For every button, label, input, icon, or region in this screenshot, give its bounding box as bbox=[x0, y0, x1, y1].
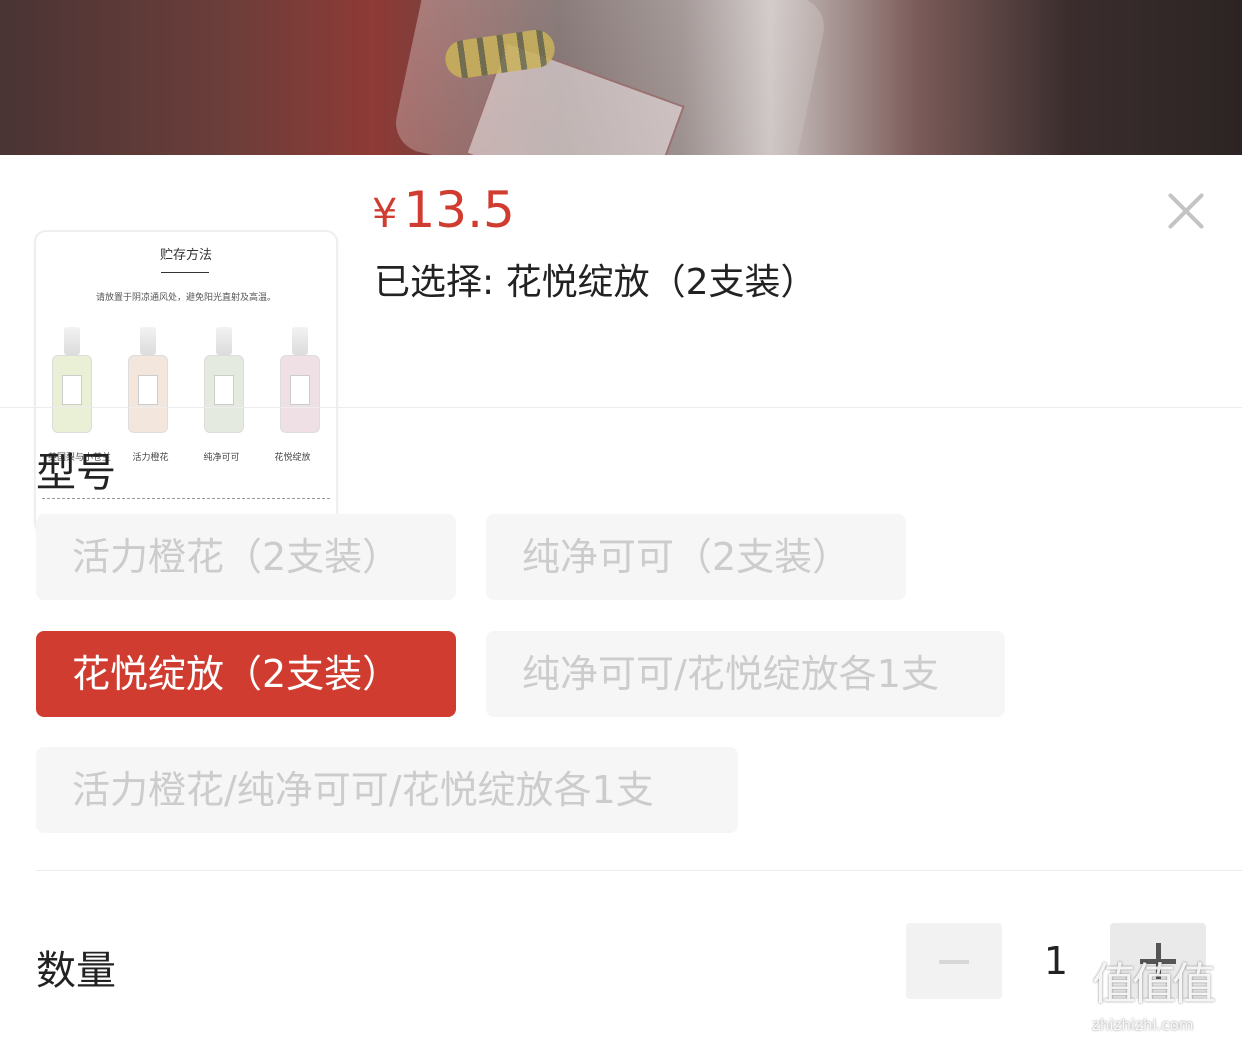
selected-variant-text: 已选择: 花悦绽放（2支装） bbox=[374, 262, 817, 303]
quantity-decrease-button[interactable] bbox=[906, 923, 1002, 999]
price-value: 13.5 bbox=[403, 181, 515, 239]
model-option-huoli-chenghua[interactable]: 活力橙花（2支装） bbox=[36, 514, 456, 600]
background-product-photo bbox=[0, 0, 1242, 155]
model-option-three-combo[interactable]: 活力橙花/纯净可可/花悦绽放各1支 bbox=[36, 747, 738, 833]
thumbnail-description: 请放置于阴凉通风处，避免阳光直射及高温。 bbox=[95, 293, 276, 303]
sku-selection-sheet: 贮存方法 请放置于阴凉通风处，避免阳光直射及高温。 英国梨与小苍兰 活力橙花 纯… bbox=[0, 155, 1242, 1045]
thumbnail-title: 贮存方法 bbox=[159, 248, 212, 263]
watermark-url: zhizhizhi.com bbox=[1092, 1016, 1194, 1034]
thumbnail-bottle bbox=[126, 327, 170, 437]
site-watermark: 值值值 zhizhizhi.com bbox=[1092, 955, 1237, 1040]
thumbnail-dashed-divider bbox=[42, 498, 330, 499]
thumbnail-bottle-name: 活力橙花 bbox=[132, 453, 169, 463]
quantity-section-title: 数量 bbox=[36, 948, 116, 994]
thumbnail-title-underline bbox=[161, 272, 209, 273]
watermark-logo: 值值值 bbox=[1092, 959, 1216, 1010]
thumbnail-bottle bbox=[278, 327, 322, 437]
model-option-chunjing-keke[interactable]: 纯净可可（2支装） bbox=[486, 514, 906, 600]
model-option-keke-huayue-combo[interactable]: 纯净可可/花悦绽放各1支 bbox=[486, 631, 1005, 717]
price-display: ¥13.5 bbox=[372, 185, 515, 235]
thumbnail-bottle-name: 纯净可可 bbox=[203, 453, 240, 463]
currency-symbol: ¥ bbox=[372, 191, 398, 237]
close-icon[interactable] bbox=[1164, 189, 1208, 233]
thumbnail-bottle bbox=[202, 327, 246, 437]
thumbnail-bottle-name: 花悦绽放 bbox=[274, 453, 311, 463]
model-option-huayue-zhanfang[interactable]: 花悦绽放（2支装） bbox=[36, 631, 456, 717]
header-divider bbox=[0, 407, 1242, 408]
thumbnail-bottles bbox=[50, 327, 322, 437]
thumbnail-bottle bbox=[50, 327, 94, 437]
model-section-title: 型号 bbox=[36, 450, 116, 496]
model-divider bbox=[36, 870, 1242, 871]
